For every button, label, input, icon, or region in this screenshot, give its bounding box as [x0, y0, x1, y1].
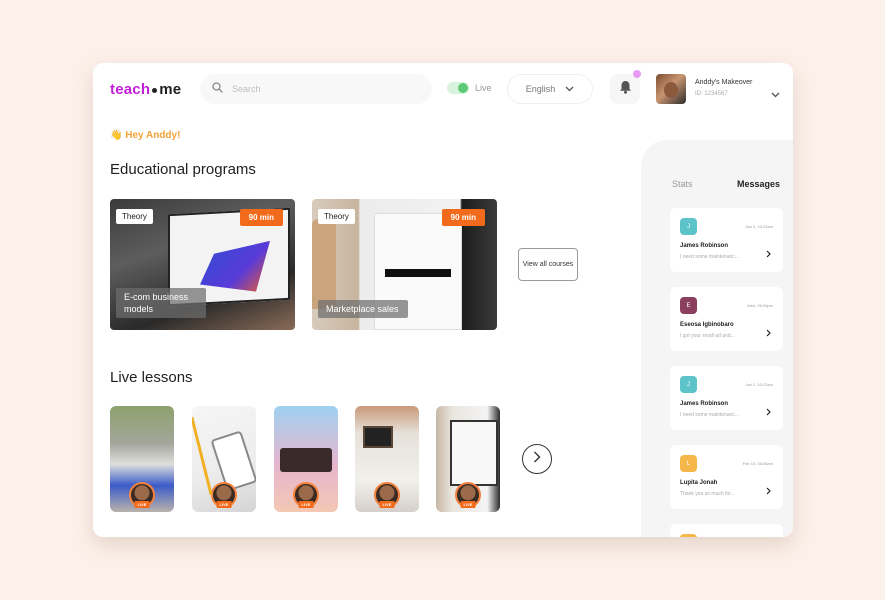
live-badge: LIVE	[298, 501, 314, 508]
next-lessons-button[interactable]	[522, 444, 552, 474]
app-window: teachme .logo span[data-bind="brand.pre"…	[93, 63, 793, 537]
chevron-down-icon	[565, 84, 574, 94]
duration-badge: 90 min	[441, 209, 485, 226]
language-value: English	[525, 84, 556, 94]
live-lesson-card[interactable]: LIVE	[274, 406, 338, 512]
logo-part-1: teach	[110, 81, 151, 98]
message-item[interactable]: L Feb 13, 06:56am Lupita Jonah Thank you…	[670, 445, 783, 509]
message-sender: James Robinson	[680, 243, 729, 249]
tab-stats[interactable]: Stats	[672, 179, 693, 189]
logo-dot	[152, 88, 158, 93]
view-all-courses-button[interactable]: View all courses	[518, 248, 578, 281]
logo[interactable]: teach me	[110, 81, 181, 98]
chevron-right-icon	[766, 324, 771, 342]
avatar: J	[680, 376, 697, 393]
program-tag: Theory	[318, 209, 355, 224]
live-toggle-label: Live	[475, 83, 492, 93]
notification-dot	[633, 70, 641, 78]
live-lesson-card[interactable]: LIVE	[110, 406, 174, 512]
avatar: E	[680, 297, 697, 314]
message-preview: I need some maintenanc...	[680, 254, 739, 260]
message-item[interactable]: J Jan 2, 10:23am James Robinson I need s…	[670, 208, 783, 272]
avatar: J	[680, 218, 697, 235]
message-sender: Lupita Jonah	[680, 480, 718, 486]
program-title: Marketplace sales	[318, 300, 408, 318]
live-lesson-card[interactable]: LIVE	[192, 406, 256, 512]
message-item[interactable]: J Jan 2, 10:23am James Robinson I need s…	[670, 366, 783, 430]
section-title-live-lessons: Live lessons	[110, 369, 193, 386]
program-image	[312, 219, 336, 309]
search-bar[interactable]	[200, 74, 432, 104]
message-time: Wed, 06:00pm	[747, 303, 773, 308]
live-badge: LIVE	[460, 501, 476, 508]
user-name: Anddy's Makeover	[695, 79, 753, 86]
tab-messages[interactable]: Messages	[737, 179, 780, 189]
greeting: 👋 Hey Anddy!	[110, 130, 181, 141]
live-toggle[interactable]	[447, 82, 469, 94]
language-select[interactable]: English	[507, 74, 593, 104]
user-menu[interactable]: Anddy's Makeover ID: 1234567	[656, 73, 784, 105]
message-preview: I need some maintenanc...	[680, 412, 739, 418]
messages-panel: Stats Messages J Jan 2, 10:23am James Ro…	[641, 140, 793, 537]
message-preview: Thank you so much for...	[680, 491, 735, 497]
chevron-right-icon	[766, 245, 771, 263]
message-time: Jan 2, 10:23am	[745, 382, 773, 387]
live-badge: LIVE	[134, 501, 150, 508]
program-card[interactable]: Theory 90 min Marketplace sales	[312, 199, 497, 330]
avatar: L	[680, 455, 697, 472]
program-tag: Theory	[116, 209, 153, 224]
chevron-right-icon	[766, 482, 771, 500]
message-sender: James Robinson	[680, 401, 729, 407]
message-preview: I got your small ad and...	[680, 333, 735, 339]
message-item[interactable]: E Wed, 06:00pm Eseosa Igbinobaro I got y…	[670, 287, 783, 351]
search-icon	[212, 80, 223, 98]
user-id: ID: 1234567	[695, 91, 728, 97]
avatar	[656, 74, 686, 104]
duration-badge: 90 min	[239, 209, 283, 226]
notifications-button[interactable]	[610, 74, 640, 104]
program-title: E-com business models	[116, 288, 206, 318]
live-badge: LIVE	[216, 501, 232, 508]
section-title-programs: Educational programs	[110, 161, 256, 178]
program-card[interactable]: Theory 90 min E-com business models	[110, 199, 295, 330]
logo-part-2: me	[159, 81, 182, 98]
avatar	[680, 534, 697, 537]
live-lesson-card[interactable]: LIVE	[436, 406, 500, 512]
live-badge: LIVE	[379, 501, 395, 508]
live-lesson-card[interactable]: LIVE	[355, 406, 419, 512]
chevron-right-icon	[533, 450, 541, 468]
message-time: Jan 2, 10:23am	[745, 224, 773, 229]
bell-icon	[619, 80, 632, 99]
message-sender: Eseosa Igbinobaro	[680, 322, 734, 328]
chevron-right-icon	[766, 403, 771, 421]
toggle-knob	[458, 83, 468, 93]
search-input[interactable]	[232, 84, 392, 94]
chevron-down-icon	[771, 85, 780, 103]
message-item[interactable]	[670, 524, 783, 537]
message-time: Feb 13, 06:56am	[742, 461, 773, 466]
